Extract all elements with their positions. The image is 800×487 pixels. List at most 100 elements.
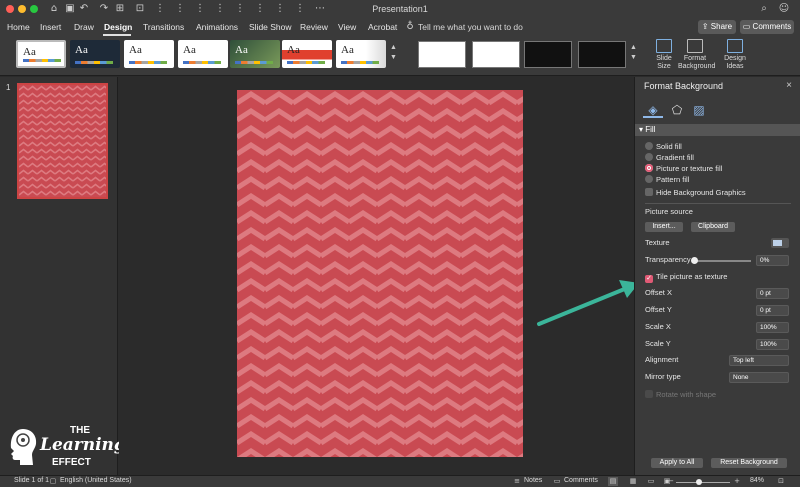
pattern-fill-option[interactable]: Pattern fill [645, 175, 689, 184]
apply-to-all-button[interactable]: Apply to All [651, 458, 703, 468]
normal-view-icon[interactable]: ▤ [608, 477, 618, 486]
zoom-level[interactable]: 84% [750, 477, 764, 484]
tab-design[interactable]: Design [104, 22, 132, 32]
variants-scroll-down-icon[interactable]: ▼ [630, 54, 637, 61]
close-icon[interactable]: × [786, 80, 792, 91]
variant-3[interactable] [524, 41, 572, 68]
transparency-slider-handle[interactable] [691, 257, 698, 264]
radio-button[interactable] [645, 142, 653, 150]
tab-acrobat[interactable]: Acrobat [368, 22, 397, 32]
slide-size-icon [656, 39, 672, 53]
logo-line-2: Learning [40, 435, 126, 455]
transparency-field[interactable]: 0% [756, 255, 789, 266]
tile-picture-option[interactable]: ✓ Tile picture as texture [645, 272, 727, 283]
mirror-type-dropdown[interactable]: None [729, 372, 789, 383]
alignment-label: Alignment [645, 355, 679, 364]
zoom-out-icon[interactable]: − [666, 477, 676, 486]
fill-section-label: Fill [645, 125, 656, 134]
theme-gray[interactable]: Aa [336, 40, 386, 68]
zoom-in-icon[interactable]: + [732, 477, 742, 486]
share-button[interactable]: ⇪ Share [698, 20, 736, 34]
search-icon[interactable]: ⌕ [758, 3, 770, 15]
comment-icon[interactable]: ▭ [552, 477, 562, 486]
fill-section-header[interactable]: ▾ Fill [635, 124, 800, 136]
reset-background-button[interactable]: Reset Background [711, 458, 787, 468]
share-label: Share [710, 22, 733, 31]
theme-green[interactable]: Aa [230, 40, 280, 68]
fill-bucket-icon[interactable]: ◈ [643, 102, 663, 118]
tab-draw[interactable]: Draw [74, 22, 94, 32]
picture-fill-option[interactable]: Picture or texture fill [645, 164, 722, 173]
tab-home[interactable]: Home [7, 22, 30, 32]
alignment-dropdown[interactable]: Top left [729, 355, 789, 366]
comments-status-button[interactable]: Comments [564, 477, 598, 484]
design-ideas-button[interactable]: Design Ideas [720, 39, 750, 71]
hide-background-graphics-option[interactable]: Hide Background Graphics [645, 188, 746, 197]
offset-y-field[interactable]: 0 pt [756, 305, 789, 316]
picture-icon[interactable]: ▨ [689, 102, 709, 118]
slide-sorter-icon[interactable]: ▦ [628, 477, 638, 486]
gradient-fill-option[interactable]: Gradient fill [645, 153, 694, 162]
theme-sample-text: Aa [183, 44, 196, 56]
tab-view[interactable]: View [338, 22, 356, 32]
tab-slide-show[interactable]: Slide Show [249, 22, 292, 32]
transparency-slider[interactable] [693, 260, 751, 262]
themes-scroll-up-icon[interactable]: ▲ [390, 44, 397, 51]
themes-scroll-down-icon[interactable]: ▼ [390, 54, 397, 61]
variant-2[interactable] [472, 41, 520, 68]
radio-button[interactable] [645, 175, 653, 183]
checkbox-checked[interactable]: ✓ [645, 275, 653, 283]
format-background-button[interactable]: Format Background [678, 39, 715, 71]
variant-1[interactable] [418, 41, 466, 68]
theme-light[interactable]: Aa [124, 40, 174, 68]
rotate-with-shape-label: Rotate with shape [656, 390, 717, 399]
scale-y-label: Scale Y [645, 339, 671, 348]
slide[interactable] [237, 90, 523, 457]
account-icon[interactable]: ☺ [778, 3, 790, 15]
insert-button[interactable]: Insert... [645, 222, 683, 232]
lightbulb-icon: ♁ [406, 21, 414, 32]
clipboard-button[interactable]: Clipboard [691, 222, 735, 232]
checkbox[interactable] [645, 188, 653, 196]
theme-dark[interactable]: Aa [70, 40, 120, 68]
pentagon-effects-icon[interactable]: ⬠ [667, 102, 687, 118]
theme-office[interactable]: Aa [16, 40, 66, 68]
transparency-label: Transparency [645, 255, 691, 264]
notes-button[interactable]: Notes [524, 477, 542, 484]
tab-review[interactable]: Review [300, 22, 328, 32]
hide-graphics-label: Hide Background Graphics [656, 188, 746, 197]
tab-insert[interactable]: Insert [40, 22, 61, 32]
comments-button[interactable]: ▭ Comments [740, 20, 794, 34]
language-indicator[interactable]: English (United States) [60, 477, 132, 484]
spelling-icon[interactable]: ▢ [48, 477, 58, 486]
slide-thumbnail[interactable] [17, 83, 108, 199]
annotation-arrow [537, 280, 639, 326]
tab-animations[interactable]: Animations [196, 22, 238, 32]
theme-red[interactable]: Aa [282, 40, 332, 68]
fit-to-window-icon[interactable]: ⊡ [776, 477, 786, 486]
slide-size-button[interactable]: Slide Size [650, 39, 678, 71]
offset-x-label: Offset X [645, 288, 672, 297]
scale-y-field[interactable]: 100% [756, 339, 789, 350]
theme-plain[interactable]: Aa [178, 40, 228, 68]
offset-x-field[interactable]: 0 pt [756, 288, 789, 299]
zoom-slider[interactable] [676, 482, 730, 483]
scale-x-label: Scale X [645, 322, 671, 331]
radio-button-selected[interactable] [645, 164, 653, 172]
scale-x-field[interactable]: 100% [756, 322, 789, 333]
document-title: Presentation1 [372, 4, 428, 14]
reading-view-icon[interactable]: ▭ [646, 477, 656, 486]
notes-icon[interactable]: ≡ [512, 477, 522, 486]
theme-sample-text: Aa [129, 44, 142, 56]
status-bar: Slide 1 of 1 ▢ English (United States) ≡… [0, 475, 800, 487]
tell-me-search[interactable]: Tell me what you want to do [418, 22, 523, 32]
variant-4[interactable] [578, 41, 626, 68]
variants-scroll-up-icon[interactable]: ▲ [630, 44, 637, 51]
watermark-logo: THE Learning EFFECT [8, 425, 126, 471]
tab-transitions[interactable]: Transitions [143, 22, 184, 32]
solid-fill-option[interactable]: Solid fill [645, 142, 682, 151]
solid-fill-label: Solid fill [656, 142, 682, 151]
texture-picker[interactable] [771, 238, 789, 248]
radio-button[interactable] [645, 153, 653, 161]
zoom-slider-handle[interactable] [696, 479, 702, 485]
